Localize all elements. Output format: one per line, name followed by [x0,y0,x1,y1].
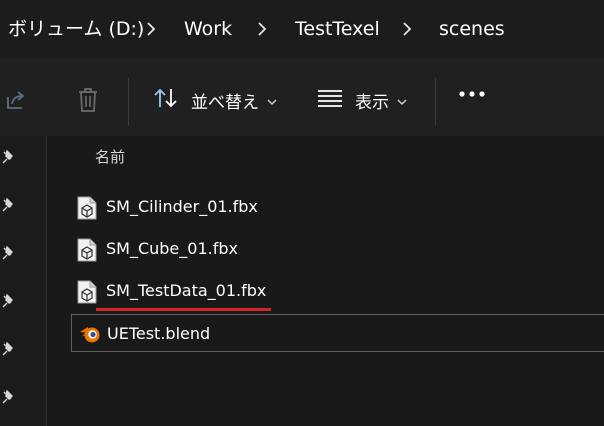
more-options-icon[interactable] [458,90,486,98]
breadcrumb-scenes[interactable]: scenes [439,16,505,42]
file-explorer-window: ボリューム (D:) Work TestTexel scenes 並べ替え 表示… [0,0,604,426]
navigation-pane [0,136,47,426]
file-name: SM_TestData_01.fbx [106,281,267,300]
list-item-selected[interactable]: UETest.blend [71,314,604,352]
pin-icon[interactable] [0,390,16,406]
sort-arrows-icon [153,87,179,113]
sort-label: 並べ替え [191,92,259,113]
chevron-down-icon [397,91,407,110]
list-item[interactable]: SM_Cube_01.fbx [71,230,604,268]
list-view-icon [317,89,343,111]
address-bar[interactable]: ボリューム (D:) Work TestTexel scenes [0,0,604,58]
annotation-underline [96,308,271,311]
pin-icon[interactable] [0,294,16,310]
pin-icon[interactable] [0,246,16,262]
view-label: 表示 [355,92,389,113]
list-item[interactable]: SM_Cilinder_01.fbx [71,188,604,226]
breadcrumb-chevron-icon[interactable] [257,21,267,37]
blender-file-icon [79,323,101,345]
file-name: SM_Cilinder_01.fbx [106,197,258,216]
pin-icon[interactable] [0,150,16,166]
file-name: UETest.blend [107,324,211,343]
sort-button[interactable]: 並べ替え [153,86,277,114]
breadcrumb-drive[interactable]: ボリューム (D:) [8,16,144,42]
breadcrumb-chevron-icon[interactable] [146,21,156,37]
breadcrumb-work[interactable]: Work [184,16,232,42]
pin-icon[interactable] [0,342,16,358]
breadcrumb-chevron-icon[interactable] [402,21,412,37]
fbx-file-icon [77,280,97,304]
toolbar-divider [128,78,129,126]
column-header-name[interactable]: 名前 [95,146,125,167]
pin-icon[interactable] [0,198,16,214]
fbx-file-icon [77,196,97,220]
file-name: SM_Cube_01.fbx [106,239,238,258]
delete-icon[interactable] [77,87,99,113]
file-list: 名前 SM_Cilinder_01.fbx SM_Cube_01.fbx SM_… [47,136,604,426]
command-bar: 並べ替え 表示 [0,58,604,136]
chevron-down-icon [267,91,277,110]
breadcrumb-testtexel[interactable]: TestTexel [295,16,380,42]
list-item[interactable]: SM_TestData_01.fbx [71,272,604,310]
share-icon[interactable] [4,88,28,112]
fbx-file-icon [77,238,97,262]
toolbar-divider [435,78,436,126]
view-button[interactable]: 表示 [317,86,407,114]
